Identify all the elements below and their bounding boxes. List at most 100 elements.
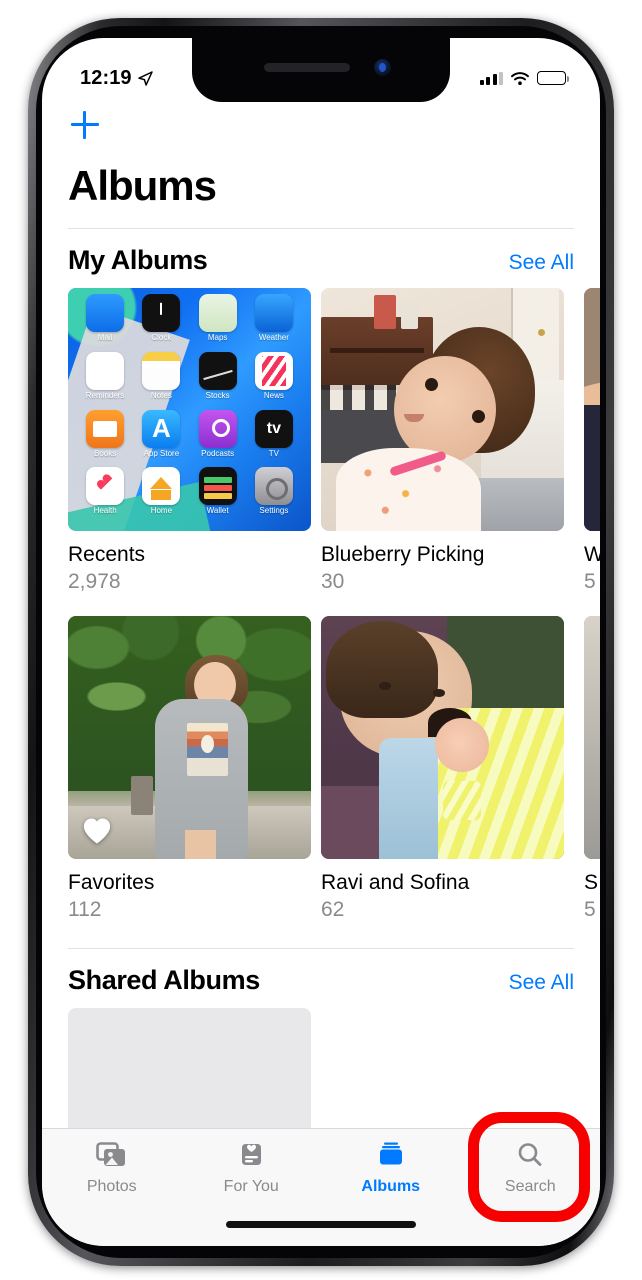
- album-count: 62: [321, 898, 345, 921]
- maps-icon: [198, 294, 237, 332]
- home-app-notes: Notes: [136, 351, 186, 408]
- home-app-reminders: Reminders: [80, 351, 130, 408]
- my-albums-section-header: My Albums See All: [42, 229, 600, 288]
- home-app-settings: Settings: [249, 467, 299, 523]
- album-item-blueberry-picking[interactable]: Blueberry Picking 30: [321, 288, 564, 594]
- app-label: News: [263, 390, 284, 400]
- wifi-icon: [511, 71, 529, 85]
- app-label: Notes: [150, 390, 172, 400]
- see-all-my-albums-button[interactable]: See All: [509, 251, 574, 275]
- home-app-mail: Mail: [80, 294, 130, 350]
- albums-icon: [374, 1141, 408, 1171]
- tab-for-you[interactable]: For You: [182, 1141, 322, 1196]
- my-albums-grid-row-2: Favorites 112 Ravi and Sofina 62 S 5: [42, 616, 600, 922]
- tab-label: For You: [223, 1178, 279, 1195]
- weather-icon: [254, 294, 293, 332]
- app-label: Maps: [207, 333, 228, 342]
- my-albums-grid-row-1: Mail Clock Maps Weather Reminders Notes …: [42, 288, 600, 594]
- location-arrow-icon: [137, 70, 153, 86]
- album-thumbnail-blueberry-picking[interactable]: [321, 288, 564, 531]
- home-app-clock: Clock: [136, 294, 186, 350]
- photo-adult-and-newborn: [321, 616, 564, 859]
- app-label: Settings: [259, 506, 289, 516]
- home-app-app-store: App Store: [136, 409, 186, 466]
- notch: [192, 38, 450, 102]
- album-item-recents[interactable]: Mail Clock Maps Weather Reminders Notes …: [68, 288, 311, 594]
- phone-screen: 12:19 Albums My Albums See All Mail Cloc…: [42, 38, 600, 1246]
- reminders-icon: [86, 351, 125, 390]
- app-label: Books: [94, 448, 117, 458]
- clock-icon: [142, 294, 181, 332]
- shared-album-placeholder[interactable]: [68, 1008, 311, 1138]
- app-label: TV: [268, 448, 279, 458]
- tab-bar: Photos For You Albums Search: [42, 1128, 600, 1246]
- album-thumbnail-favorites[interactable]: [68, 616, 311, 859]
- album-thumbnail-ravi-and-sofina[interactable]: [321, 616, 564, 859]
- tv-icon: [254, 409, 293, 448]
- album-name: Favorites: [68, 871, 155, 894]
- home-app-home: Home: [136, 467, 186, 523]
- books-icon: [86, 409, 125, 448]
- see-all-shared-albums-button[interactable]: See All: [509, 971, 574, 995]
- album-thumbnail-recents[interactable]: Mail Clock Maps Weather Reminders Notes …: [68, 288, 311, 531]
- health-icon: [86, 467, 125, 506]
- app-label: Home: [150, 506, 173, 516]
- page-title: Albums: [68, 162, 217, 209]
- album-name: Ravi and Sofina: [321, 871, 470, 894]
- home-app-icon: [142, 467, 181, 506]
- photos-icon: [95, 1141, 129, 1171]
- home-screen-app-grid: Mail Clock Maps Weather Reminders Notes …: [68, 288, 311, 531]
- app-store-icon: [142, 409, 181, 448]
- cellular-signal-icon: [479, 71, 503, 85]
- album-count: 112: [68, 898, 102, 921]
- tab-albums[interactable]: Albums: [321, 1141, 461, 1196]
- album-thumbnail-partial-s[interactable]: [584, 616, 600, 859]
- add-album-button[interactable]: [68, 108, 102, 142]
- home-app-wallet: Wallet: [193, 467, 243, 523]
- search-icon: [513, 1141, 547, 1171]
- heart-icon: [83, 818, 111, 844]
- album-name: S: [584, 871, 599, 894]
- app-label: Clock: [151, 333, 172, 342]
- album-item-ravi-and-sofina[interactable]: Ravi and Sofina 62: [321, 616, 564, 922]
- app-label: Weather: [258, 333, 289, 342]
- album-count: 5: [584, 898, 596, 921]
- status-bar-right: [479, 71, 569, 86]
- album-item-partial-s[interactable]: S 5: [584, 616, 600, 922]
- section-title-shared-albums: Shared Albums: [68, 965, 260, 995]
- home-app-stocks: Stocks: [193, 351, 243, 408]
- news-icon: [254, 351, 293, 390]
- tab-label: Photos: [86, 1178, 137, 1195]
- tab-photos[interactable]: Photos: [42, 1141, 182, 1196]
- section-title-my-albums: My Albums: [68, 245, 208, 275]
- app-label: Mail: [97, 333, 113, 342]
- photo-cropped-2: [584, 616, 600, 859]
- tab-search[interactable]: Search: [461, 1141, 601, 1196]
- album-item-favorites[interactable]: Favorites 112: [68, 616, 311, 922]
- album-thumbnail-partial-w[interactable]: [584, 288, 600, 531]
- album-name: Recents: [68, 543, 146, 566]
- status-bar-left: 12:19: [80, 67, 154, 90]
- battery-full-icon: [537, 71, 569, 85]
- album-count: 30: [321, 570, 345, 593]
- album-name: W: [584, 543, 600, 566]
- photo-baby-on-bed: [321, 288, 564, 531]
- earpiece-speaker-icon: [264, 63, 350, 72]
- status-time: 12:19: [80, 66, 132, 89]
- notes-icon: [142, 351, 181, 390]
- home-app-maps: Maps: [193, 294, 243, 350]
- album-name: Blueberry Picking: [321, 543, 485, 566]
- album-count: 2,978: [68, 570, 121, 593]
- home-indicator[interactable]: [226, 1221, 416, 1228]
- home-app-news: News: [249, 351, 299, 408]
- tab-label: Search: [504, 1178, 556, 1195]
- front-camera-icon: [374, 59, 391, 76]
- stocks-icon: [198, 351, 237, 390]
- album-count: 5: [584, 570, 596, 593]
- album-item-partial-w[interactable]: W 5: [584, 288, 600, 594]
- home-app-health: Health: [80, 467, 130, 523]
- podcasts-icon: [198, 409, 237, 448]
- app-label: Stocks: [205, 390, 230, 400]
- home-app-weather: Weather: [249, 294, 299, 350]
- settings-icon: [254, 467, 293, 506]
